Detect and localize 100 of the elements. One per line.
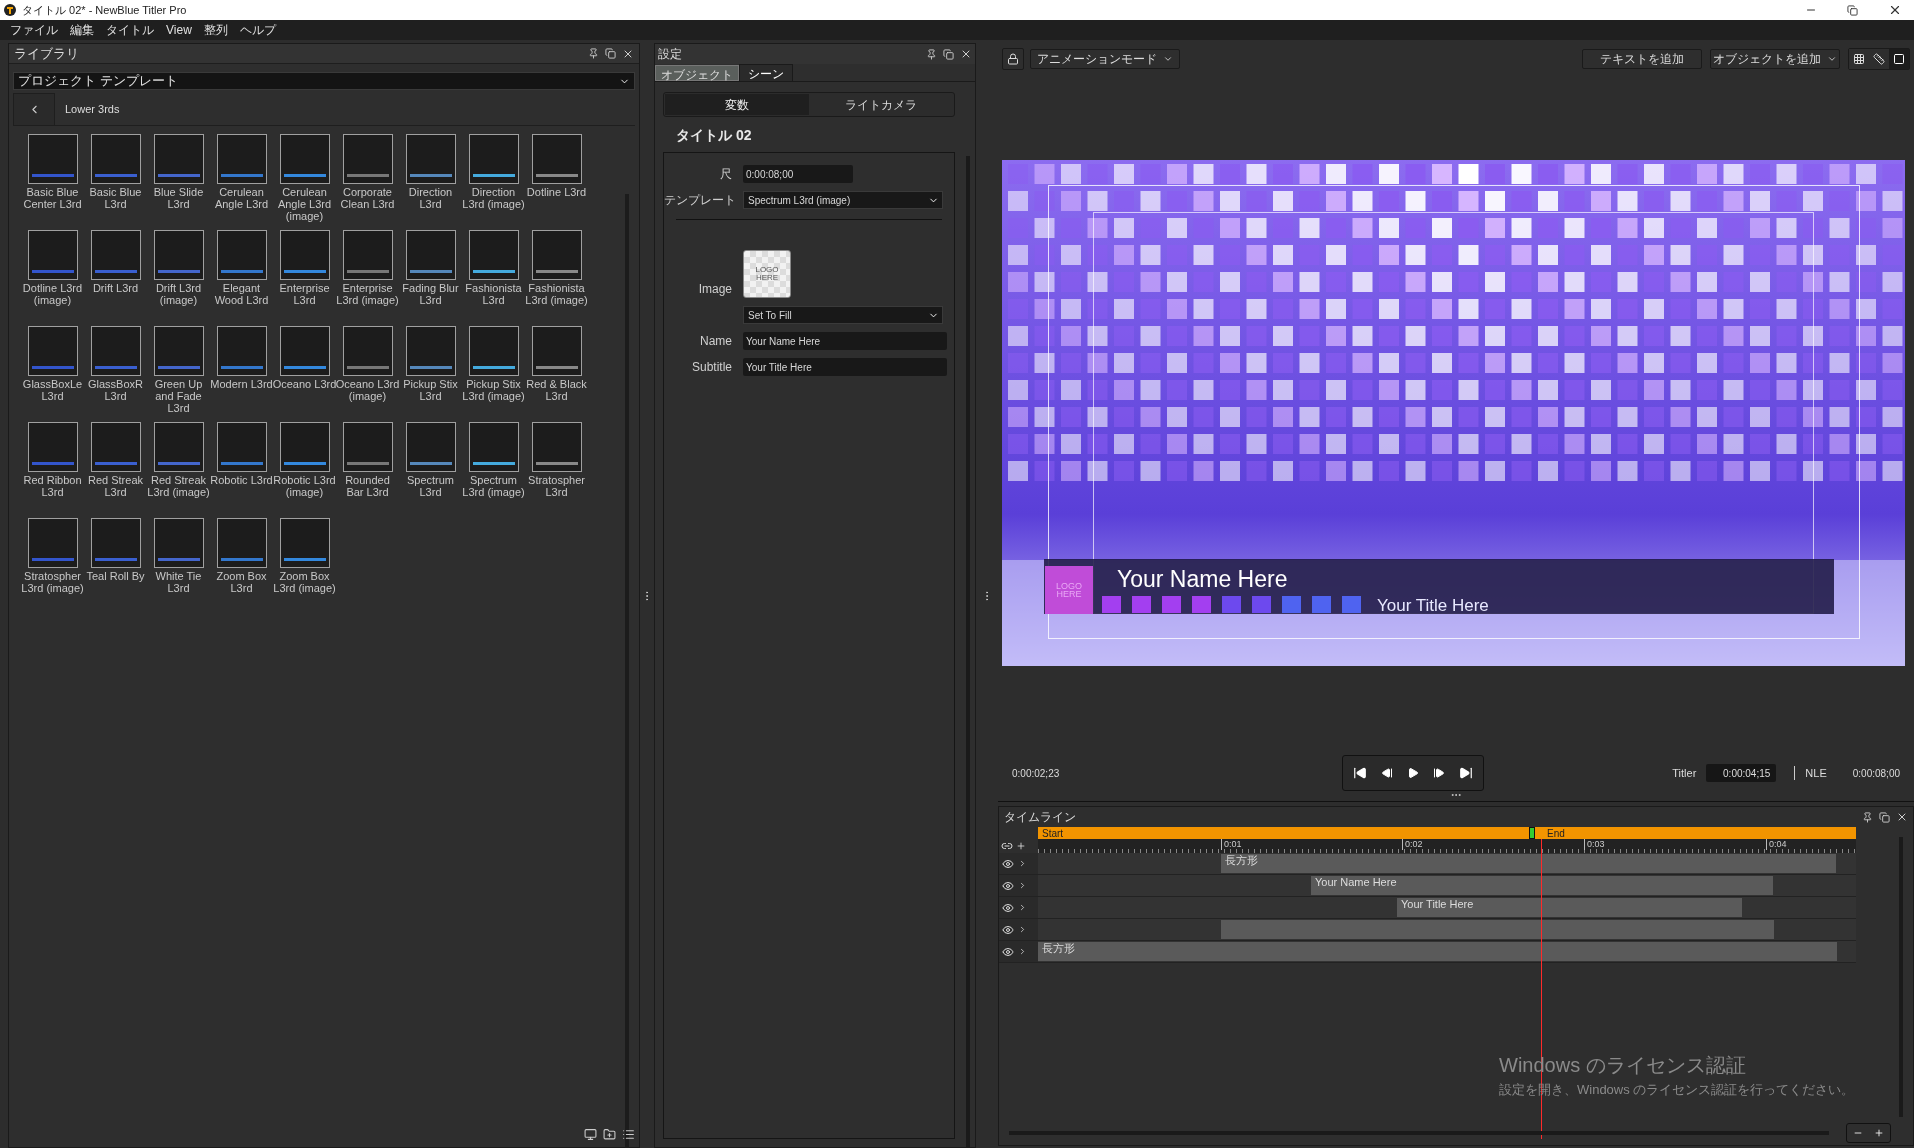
template-thumbnail[interactable] (90, 134, 141, 184)
restore-icon[interactable] (1847, 4, 1858, 16)
template-thumbnail[interactable] (405, 134, 456, 184)
zoom-in-icon[interactable] (1874, 1128, 1885, 1138)
template-thumbnail[interactable] (153, 134, 204, 184)
logo-image-thumbnail[interactable]: LOGO HERE (743, 250, 791, 298)
template-label[interactable]: Robotic L3rd (image) (272, 474, 337, 514)
template-label[interactable]: Fashionista L3rd (461, 282, 526, 322)
template-label[interactable]: White Tie L3rd (146, 570, 211, 610)
list-icon[interactable] (622, 1128, 635, 1141)
template-thumbnail[interactable] (27, 134, 78, 184)
pin-icon[interactable] (1862, 811, 1873, 823)
template-label[interactable]: Elegant Wood L3rd (209, 282, 274, 322)
jump-to-start-icon[interactable] (1353, 766, 1367, 780)
tab[interactable]: 変数 (665, 94, 809, 115)
tab[interactable]: ライトカメラ (809, 94, 953, 115)
dropdown[interactable]: Spectrum L3rd (image) (743, 191, 943, 209)
template-label[interactable]: Pickup Stix L3rd (398, 378, 463, 418)
pin-icon[interactable] (588, 48, 599, 59)
template-thumbnail[interactable] (279, 134, 330, 184)
template-thumbnail[interactable] (27, 230, 78, 280)
add-icon[interactable] (1016, 841, 1026, 851)
template-thumbnail[interactable] (531, 230, 582, 280)
template-thumbnail[interactable] (279, 326, 330, 376)
end-handle[interactable] (1529, 827, 1535, 839)
text-field[interactable]: Your Title Here (743, 358, 947, 376)
template-thumbnail[interactable] (27, 326, 78, 376)
template-thumbnail[interactable] (216, 518, 267, 568)
template-thumbnail[interactable] (405, 230, 456, 280)
titler-duration-field[interactable]: 0:00:04;15 (1706, 764, 1777, 782)
monitor-icon[interactable] (584, 1128, 597, 1141)
pin-icon[interactable] (926, 48, 937, 60)
template-thumbnail[interactable] (90, 230, 141, 280)
menu-item[interactable]: View (166, 21, 192, 39)
template-label[interactable]: Teal Roll By (83, 570, 148, 610)
template-label[interactable]: Stratospher L3rd (524, 474, 589, 514)
close-icon[interactable] (1896, 811, 1908, 823)
template-label[interactable]: Cerulean Angle L3rd (209, 186, 274, 226)
menu-item[interactable]: 整列 (203, 21, 228, 39)
template-thumbnail[interactable] (279, 518, 330, 568)
add-text-button[interactable]: テキストを追加 (1582, 49, 1702, 69)
template-label[interactable]: GlassBoxR L3rd (83, 378, 148, 418)
template-thumbnail[interactable] (531, 422, 582, 472)
template-thumbnail[interactable] (468, 230, 519, 280)
expand-caret-icon[interactable] (1018, 881, 1027, 890)
template-thumbnail[interactable] (153, 326, 204, 376)
folder-icon[interactable] (603, 1128, 616, 1141)
timeline-clip[interactable]: 長方形 (1221, 854, 1836, 873)
template-label[interactable]: Zoom Box L3rd (209, 570, 274, 610)
timeline-clip[interactable]: Your Title Here (1397, 898, 1742, 917)
template-label[interactable]: Direction L3rd (398, 186, 463, 226)
template-thumbnail[interactable] (279, 230, 330, 280)
visibility-eye-icon[interactable] (1002, 923, 1014, 936)
add-object-dropdown[interactable]: オブジェクトを追加 (1710, 49, 1840, 69)
template-label[interactable]: Drift L3rd (83, 282, 148, 322)
step-back-icon[interactable] (1381, 767, 1393, 779)
template-label[interactable]: Cerulean Angle L3rd (image) (272, 186, 337, 226)
work-area-bar[interactable]: Start End (1038, 827, 1856, 839)
template-label[interactable]: Basic Blue Center L3rd (20, 186, 85, 226)
duration-field[interactable]: 0:00:08;00 (743, 165, 853, 183)
close-icon[interactable] (960, 48, 972, 60)
template-label[interactable]: Spectrum L3rd (image) (461, 474, 526, 514)
template-label[interactable]: Direction L3rd (image) (461, 186, 526, 226)
timeline-clip[interactable]: Your Name Here (1311, 876, 1773, 895)
template-thumbnail[interactable] (405, 326, 456, 376)
template-thumbnail[interactable] (342, 326, 393, 376)
play-icon[interactable] (1407, 767, 1419, 779)
template-thumbnail[interactable] (342, 230, 393, 280)
template-label[interactable]: Robotic L3rd (209, 474, 274, 514)
template-label[interactable]: Dotline L3rd (image) (20, 282, 85, 322)
template-thumbnail[interactable] (342, 422, 393, 472)
jump-to-end-icon[interactable] (1459, 766, 1473, 780)
dropdown[interactable]: Set To Fill (743, 306, 943, 324)
template-thumbnail[interactable] (468, 422, 519, 472)
menu-item[interactable]: タイトル (106, 21, 154, 39)
template-label[interactable]: Dotline L3rd (524, 186, 589, 226)
template-label[interactable]: Red Streak L3rd (83, 474, 148, 514)
template-thumbnail[interactable] (90, 422, 141, 472)
template-source-dropdown[interactable]: プロジェクト テンプレート (13, 72, 635, 90)
menu-item[interactable]: ヘルプ (239, 21, 276, 39)
menu-item[interactable]: 編集 (70, 21, 94, 39)
template-label[interactable]: Fading Blur L3rd (398, 282, 463, 322)
template-label[interactable]: Green Up and Fade L3rd (146, 378, 211, 418)
tab[interactable]: オブジェクト (655, 65, 739, 81)
link-icon[interactable] (1001, 840, 1013, 852)
template-thumbnail[interactable] (531, 326, 582, 376)
float-window-icon[interactable] (605, 48, 616, 59)
step-forward-icon[interactable] (1433, 767, 1445, 779)
template-thumbnail[interactable] (405, 422, 456, 472)
template-label[interactable]: Oceano L3rd (image) (335, 378, 400, 418)
frame-view-button[interactable] (1889, 49, 1909, 69)
template-thumbnail[interactable] (468, 134, 519, 184)
text-field[interactable]: Your Name Here (743, 332, 947, 350)
template-label[interactable]: Blue Slide L3rd (146, 186, 211, 226)
template-thumbnail[interactable] (90, 518, 141, 568)
template-thumbnail[interactable] (153, 422, 204, 472)
visibility-eye-icon[interactable] (1002, 945, 1014, 958)
timeline-clip[interactable]: 長方形 (1038, 942, 1837, 961)
template-thumbnail[interactable] (27, 422, 78, 472)
menu-item[interactable]: ファイル (10, 21, 58, 39)
